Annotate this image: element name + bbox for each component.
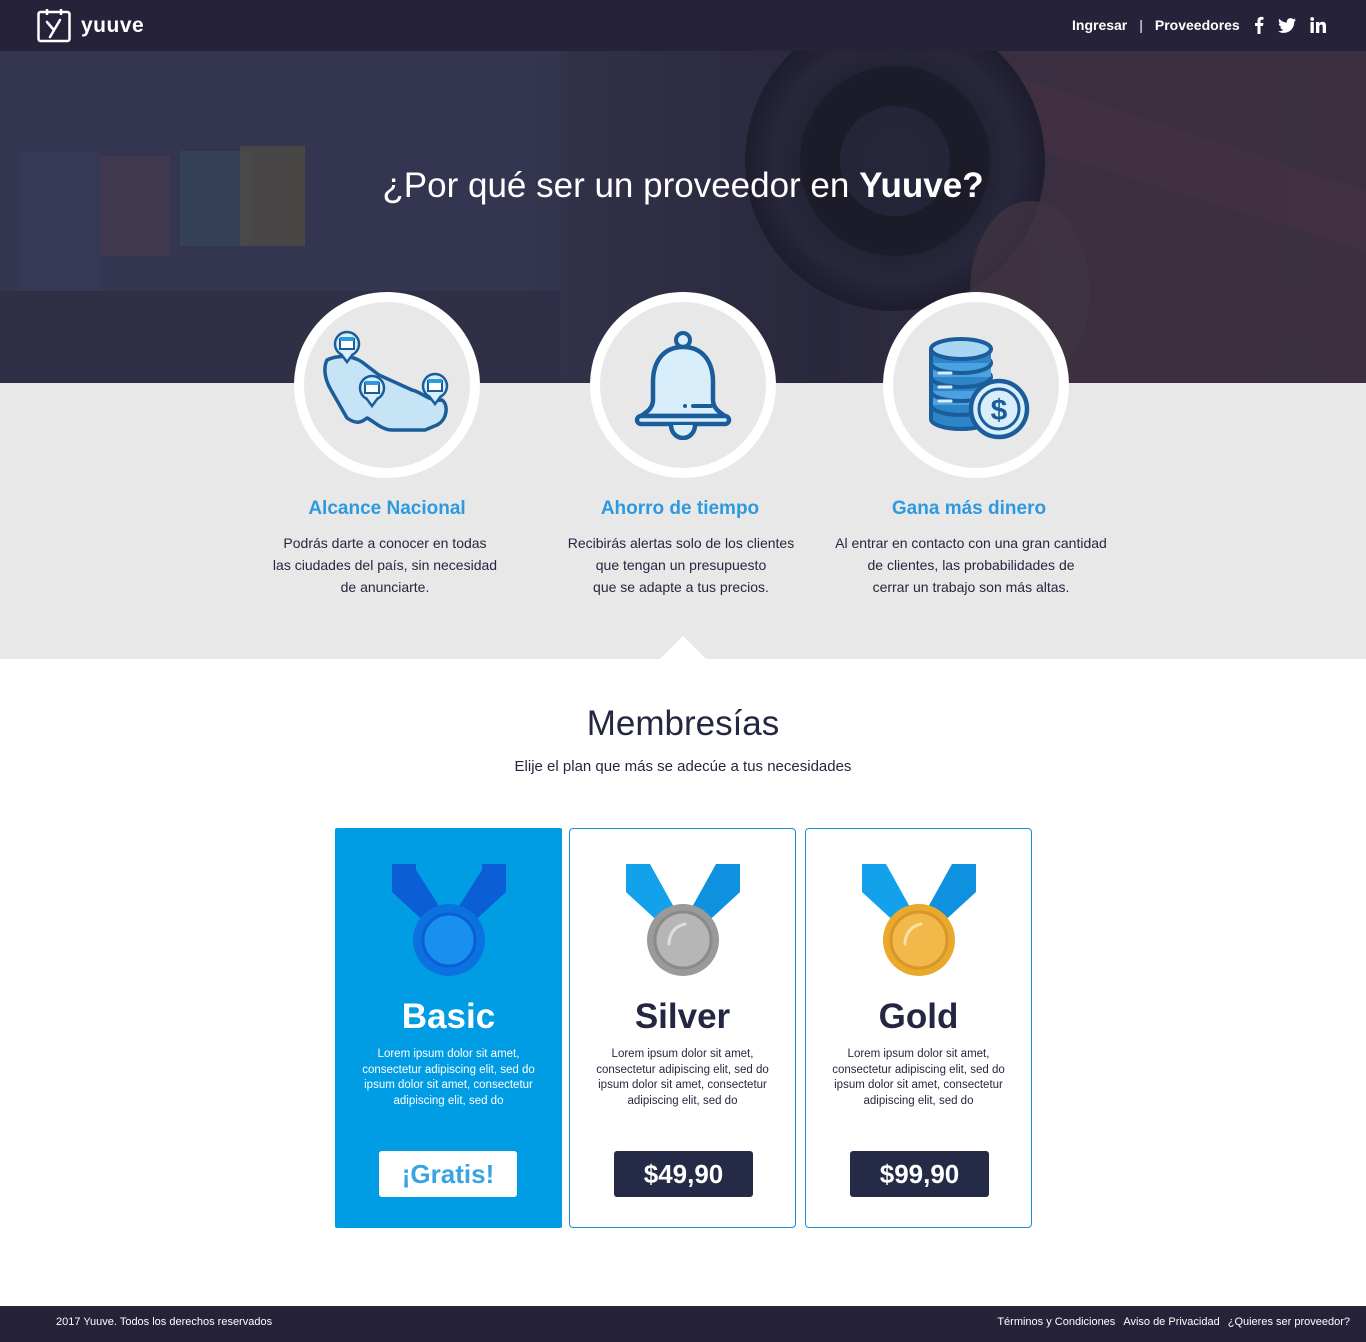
gold-medal-icon [861,864,976,976]
plan-price-button[interactable]: $99,90 [850,1151,989,1197]
plan-description: Lorem ipsum dolor sit amet, consectetur … [596,1048,769,1107]
facebook-icon[interactable] [1254,16,1264,34]
plan-description: Lorem ipsum dolor sit amet, consectetur … [832,1048,1005,1107]
feature-icon-circle [294,292,480,478]
hero-title-prefix: ¿Por qué ser un proveedor en [382,166,860,205]
become-provider-link[interactable]: ¿Quieres ser proveedor? [1228,1316,1350,1328]
memberships-title: Membresías [586,704,780,743]
silver-medal-icon [625,864,740,976]
plan-card-gold[interactable]: Gold Lorem ipsum dolor sit amet, consect… [805,828,1032,1228]
feature-icon-circle: $ [883,292,1069,478]
map-pins-icon [323,330,449,432]
bell-icon [634,331,732,440]
footer-copyright: 2017 Yuuve. Todos los derechos reservado… [56,1316,273,1328]
linkedin-icon[interactable] [1310,17,1326,33]
nav-links: Ingresar | Proveedores [1072,17,1240,33]
hero-title-brand: Yuuve? [859,166,984,205]
svg-text:$: $ [991,394,1008,427]
brand-logo[interactable]: yuuve [37,8,144,43]
plan-price-button[interactable]: ¡Gratis! [379,1151,517,1197]
top-navbar: yuuve Ingresar | Proveedores [0,0,1366,51]
nav-separator: | [1139,17,1143,33]
privacy-link[interactable]: Aviso de Privacidad [1123,1316,1219,1328]
feature-icon-circle [590,292,776,478]
section-notch [660,636,706,659]
feature-text: Recibirás alertas solo de los clientes q… [567,535,795,595]
feature-title: Gana más dinero [891,498,1047,519]
plan-card-silver[interactable]: Silver Lorem ipsum dolor sit amet, conse… [569,828,796,1228]
logo-icon [37,9,71,43]
coins-icon: $ [929,337,1030,440]
terms-link[interactable]: Términos y Condiciones [997,1316,1115,1328]
plan-name: Gold [878,997,959,1036]
hero-title: ¿Por qué ser un proveedor en Yuuve? [0,166,1366,206]
feature-text: Podrás darte a conocer en todas las ciud… [272,535,498,595]
twitter-icon[interactable] [1278,17,1296,33]
feature-text: Al entrar en contacto con una gran canti… [835,535,1107,595]
feature-title: Alcance Nacional [308,498,466,519]
feature-title: Ahorro de tiempo [600,498,760,519]
memberships-subtitle: Elije el plan que más se adecúe a tus ne… [514,758,852,775]
blue-medal-icon [391,864,506,976]
providers-link[interactable]: Proveedores [1155,17,1240,33]
plan-description: Lorem ipsum dolor sit amet, consectetur … [362,1048,535,1107]
plan-name: Silver [634,997,731,1036]
social-links [1254,16,1326,34]
footer-links: Términos y Condiciones Aviso de Privacid… [989,1316,1350,1328]
plan-name: Basic [401,997,496,1036]
plan-price-button[interactable]: $49,90 [614,1151,753,1197]
brand-name: yuuve [81,13,145,37]
page-footer: 2017 Yuuve. Todos los derechos reservado… [0,1306,1366,1342]
plan-card-basic[interactable]: Basic Lorem ipsum dolor sit amet, consec… [335,828,562,1228]
login-link[interactable]: Ingresar [1072,17,1127,33]
